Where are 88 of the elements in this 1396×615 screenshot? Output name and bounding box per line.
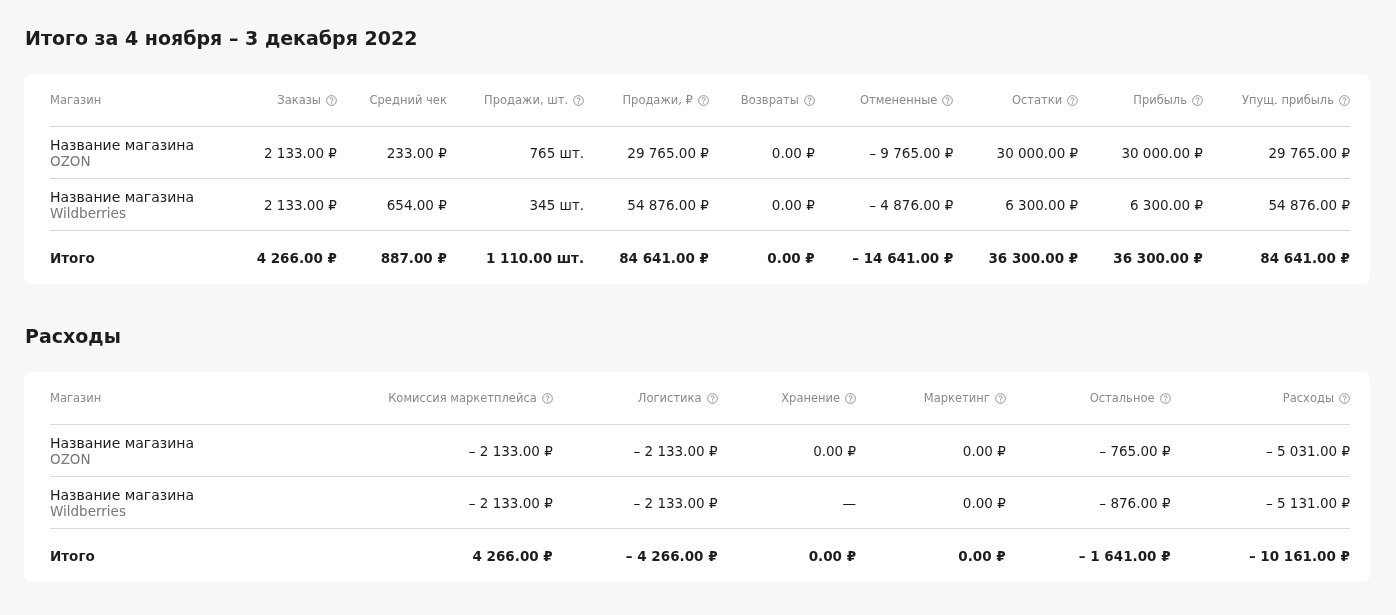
column-header: Средний чек <box>369 93 447 107</box>
table-cell: 29 765.00 ₽ <box>627 144 709 161</box>
total-label: Итого <box>50 249 95 266</box>
table-cell: 345 шт. <box>529 196 585 213</box>
help-icon[interactable] <box>1067 94 1079 106</box>
table-cell: – 5 131.00 ₽ <box>1265 494 1350 511</box>
table-cell: – 765.00 ₽ <box>1099 442 1171 459</box>
table-cell: – 2 133.00 ₽ <box>468 494 553 511</box>
column-header: Магазин <box>50 391 102 405</box>
column-header: Упущ. прибыль <box>1241 93 1334 107</box>
table-cell: 0.00 ₽ <box>771 144 815 161</box>
column-header: Продажи, шт. <box>484 93 569 107</box>
help-icon[interactable] <box>942 94 954 106</box>
total-cell: 4 266.00 ₽ <box>472 547 553 564</box>
column-header: Прибыль <box>1133 93 1187 107</box>
marketplace-name: OZON <box>50 450 92 467</box>
help-icon[interactable] <box>1159 392 1171 404</box>
table-cell: 6 300.00 ₽ <box>1129 196 1203 213</box>
store-name: Название магазина <box>50 188 196 205</box>
table-cell: – 876.00 ₽ <box>1099 494 1171 511</box>
store-name: Название магазина <box>50 136 196 153</box>
help-icon[interactable] <box>573 94 585 106</box>
column-header: Маркетинг <box>923 391 990 405</box>
help-icon[interactable] <box>845 392 857 404</box>
total-cell: 84 641.00 ₽ <box>1260 249 1350 266</box>
total-cell: 36 300.00 ₽ <box>1113 249 1203 266</box>
store-name: Название магазина <box>50 486 196 503</box>
total-cell: 0.00 ₽ <box>767 249 815 266</box>
total-cell: – 1 641.00 ₽ <box>1078 547 1171 564</box>
table-cell: 0.00 ₽ <box>962 442 1006 459</box>
column-header: Хранение <box>781 391 841 405</box>
table-cell: 30 000.00 ₽ <box>996 144 1079 161</box>
total-cell: 4 266.00 ₽ <box>256 249 337 266</box>
column-header: Расходы <box>1282 391 1334 405</box>
table-cell: 0.00 ₽ <box>962 494 1006 511</box>
table-cell: 29 765.00 ₽ <box>1268 144 1350 161</box>
column-header: Остатки <box>1011 93 1063 107</box>
table-cell: – 4 876.00 ₽ <box>869 196 954 213</box>
help-icon[interactable] <box>706 392 718 404</box>
column-header: Логистика <box>637 391 702 405</box>
total-label: Итого <box>50 547 95 564</box>
table-cell: – 5 031.00 ₽ <box>1265 442 1350 459</box>
help-icon[interactable] <box>697 94 709 106</box>
table-cell: 765 шт. <box>529 144 585 161</box>
store-name: Название магазина <box>50 434 196 451</box>
table-cell: 654.00 ₽ <box>386 196 447 213</box>
column-header: Возвраты <box>740 93 799 107</box>
column-header: Комиссия маркетплейса <box>388 391 537 405</box>
help-icon[interactable] <box>994 392 1006 404</box>
section-title: Расходы <box>25 324 122 349</box>
column-header: Продажи, ₽ <box>622 93 693 107</box>
table-cell: 30 000.00 ₽ <box>1121 144 1203 161</box>
marketplace-name: Wildberries <box>50 502 127 519</box>
total-cell: 36 300.00 ₽ <box>988 249 1079 266</box>
total-cell: 0.00 ₽ <box>808 547 857 564</box>
table-cell: – 9 765.00 ₽ <box>869 144 954 161</box>
total-cell: – 10 161.00 ₽ <box>1248 547 1350 564</box>
table-cell: 233.00 ₽ <box>386 144 447 161</box>
total-cell: 84 641.00 ₽ <box>619 249 709 266</box>
table-cell: — <box>842 494 857 511</box>
table-cell: 2 133.00 ₽ <box>263 144 337 161</box>
total-cell: 1 110.00 шт. <box>485 249 585 266</box>
column-header: Магазин <box>50 93 102 107</box>
marketplace-name: OZON <box>50 152 92 169</box>
help-icon[interactable] <box>803 94 815 106</box>
total-cell: – 4 266.00 ₽ <box>625 547 718 564</box>
help-icon[interactable] <box>1339 392 1350 404</box>
table-cell: 6 300.00 ₽ <box>1005 196 1079 213</box>
table-cell: – 2 133.00 ₽ <box>633 494 718 511</box>
total-cell: 0.00 ₽ <box>958 547 1006 564</box>
total-cell: 887.00 ₽ <box>380 249 447 266</box>
table-cell: 54 876.00 ₽ <box>1268 196 1350 213</box>
table-cell: 0.00 ₽ <box>771 196 815 213</box>
table-cell: 54 876.00 ₽ <box>627 196 709 213</box>
table-cell: 2 133.00 ₽ <box>263 196 337 213</box>
table-cell: 0.00 ₽ <box>813 442 857 459</box>
help-icon[interactable] <box>1339 94 1350 106</box>
table-cell: – 2 133.00 ₽ <box>633 442 718 459</box>
column-header: Отмененные <box>860 93 938 107</box>
column-header: Остальное <box>1089 391 1155 405</box>
column-header: Заказы <box>277 93 321 107</box>
help-icon[interactable] <box>325 94 337 106</box>
total-cell: – 14 641.00 ₽ <box>852 249 954 266</box>
table-cell: – 2 133.00 ₽ <box>468 442 553 459</box>
section-title: Итого за 4 ноября – 3 декабря 2022 <box>25 26 419 51</box>
help-icon[interactable] <box>1191 94 1203 106</box>
help-icon[interactable] <box>541 392 553 404</box>
marketplace-name: Wildberries <box>50 204 127 221</box>
